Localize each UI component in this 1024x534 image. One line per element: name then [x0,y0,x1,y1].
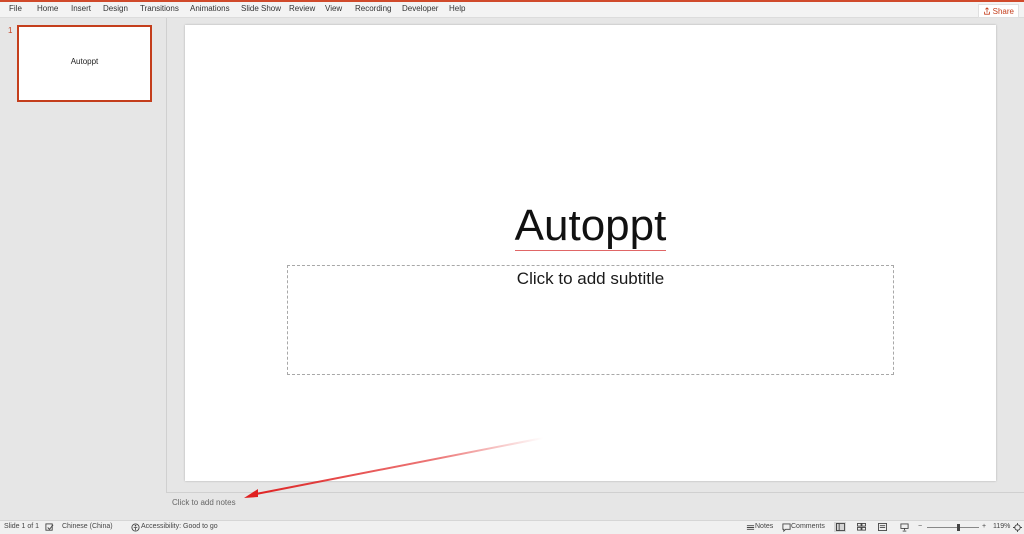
tab-help[interactable]: Help [449,4,465,13]
thumbnail-number: 1 [8,26,13,35]
accessibility-status[interactable]: Accessibility: Good to go [141,523,218,530]
slideshow-icon[interactable] [899,522,909,532]
subtitle-placeholder[interactable]: Click to add subtitle [287,265,894,375]
tab-slide-show[interactable]: Slide Show [241,4,281,13]
tab-view[interactable]: View [325,4,342,13]
slide-title[interactable]: Autoppt [185,201,996,251]
comments-button[interactable]: Comments [791,523,825,530]
tab-developer[interactable]: Developer [402,4,438,13]
tab-design[interactable]: Design [103,4,128,13]
tab-animations[interactable]: Animations [190,4,230,13]
zoom-in-button[interactable]: + [982,523,986,530]
tab-transitions[interactable]: Transitions [140,4,179,13]
notes-pane[interactable]: Click to add notes [166,492,1024,521]
ribbon-tabs: File Home Insert Design Transitions Anim… [0,2,1024,18]
tab-file[interactable]: File [9,4,22,13]
tab-review[interactable]: Review [289,4,315,13]
comments-icon [781,522,791,532]
tab-recording[interactable]: Recording [355,4,391,13]
language-indicator[interactable]: Chinese (China) [62,523,113,530]
subtitle-placeholder-text: Click to add subtitle [516,269,665,288]
status-bar: Slide 1 of 1 Chinese (China) Accessibili… [0,520,1024,534]
slide-title-text: Autoppt [514,201,667,251]
zoom-level[interactable]: 119% [993,523,1010,530]
normal-view-icon[interactable] [834,522,846,532]
notes-button[interactable]: Notes [755,523,773,530]
notes-icon [745,522,755,532]
slide-canvas[interactable]: Autoppt Click to add subtitle [185,25,996,481]
share-label: Share [992,6,1014,16]
slide-counter: Slide 1 of 1 [4,523,40,530]
zoom-out-button[interactable]: − [918,523,922,530]
tab-home[interactable]: Home [37,4,58,13]
reading-view-icon[interactable] [877,522,887,532]
thumbnail-title: Autoppt [70,57,99,66]
tab-insert[interactable]: Insert [71,4,91,13]
accessibility-icon [130,522,140,532]
slide-sorter-icon[interactable] [856,522,866,532]
slide-thumbnail[interactable]: Autoppt [17,25,152,102]
spellcheck-icon[interactable] [44,522,54,532]
zoom-slider[interactable] [927,524,979,531]
fit-to-window-icon[interactable] [1012,522,1022,532]
notes-placeholder: Click to add notes [172,498,236,507]
share-icon [983,7,990,15]
share-button[interactable]: Share [977,4,1019,18]
zoom-slider-thumb[interactable] [957,524,961,531]
